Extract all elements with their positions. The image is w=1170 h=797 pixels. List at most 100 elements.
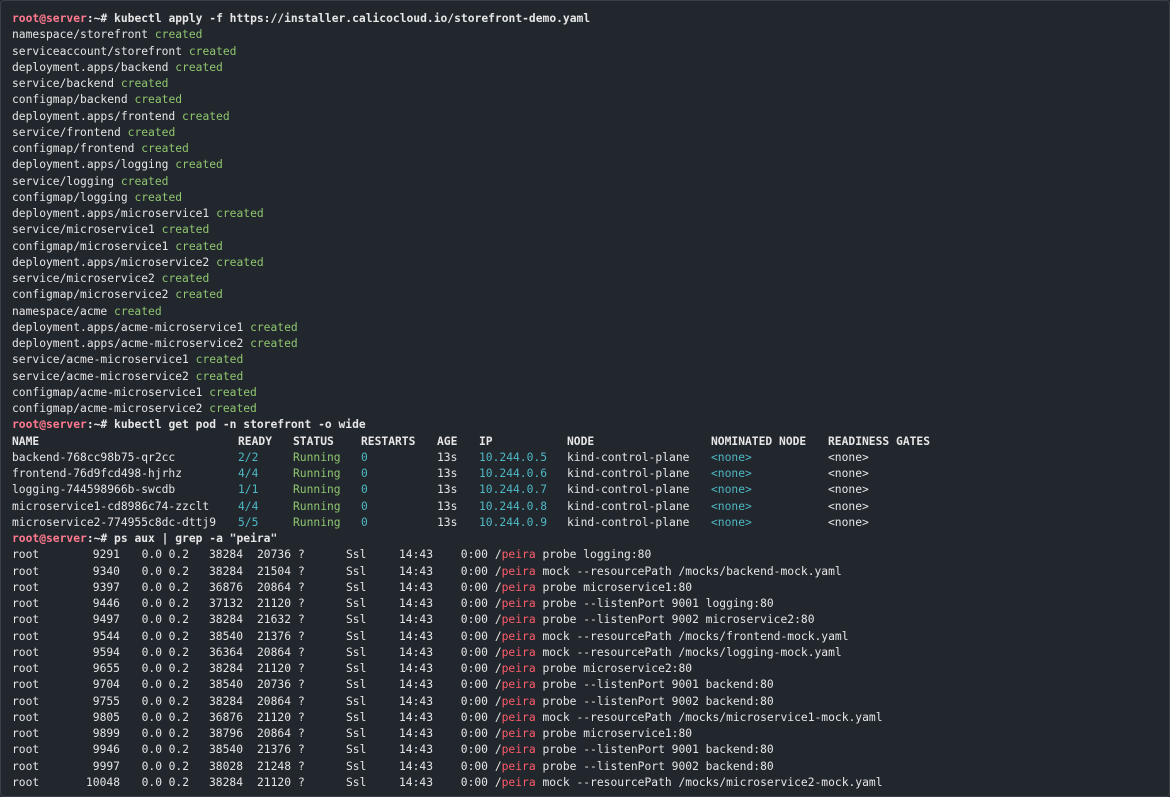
process-row: root 9340 0.0 0.2 38284 21504? Ssl 14:43 0:00 /p… — [12, 564, 1162, 580]
resource-name: namespace/acme — [12, 304, 108, 318]
process-bin-prefix: / — [494, 613, 502, 627]
pod-cell: Running — [293, 450, 341, 464]
process-start: 14:43 — [398, 662, 433, 675]
process-bin-prefix: / — [494, 710, 502, 724]
pod-cell: 13s — [437, 483, 458, 497]
pod-cell: 10.244.0.5 — [479, 450, 548, 464]
pod-cell: kind-control-plane — [567, 499, 690, 513]
created-status: created — [216, 255, 264, 269]
created-status: created — [195, 369, 244, 383]
pod-table-row: microservice2-774955c8dc-dttj9 5/5 Running… — [12, 515, 1162, 531]
process-user: root — [12, 564, 40, 578]
process-tty: ? — [298, 727, 305, 740]
process-start: 14:43 — [398, 775, 433, 789]
process-bin-prefix: / — [494, 694, 502, 708]
pod-cell: 0 — [361, 450, 368, 464]
command-line: root@server:~# kubectl get pod -n storef… — [12, 417, 1162, 433]
command-text: kubectl apply -f https://installer.calic… — [114, 12, 591, 25]
process-bin-prefix: / — [494, 759, 502, 773]
prompt-suffix: :~# — [86, 418, 115, 432]
pod-cell: 0 — [361, 515, 368, 529]
process-args: probe --listenPort 9001 backend:80 — [535, 743, 774, 757]
process-bin-prefix: / — [494, 629, 502, 643]
process-user: root — [12, 743, 40, 757]
process-vsz: 38284 — [208, 548, 243, 562]
created-status: created — [141, 142, 189, 155]
pod-cell: 4/4 — [238, 467, 259, 480]
process-mem: 0.2 — [168, 759, 189, 773]
apply-output-line: configmap/microservice2 created — [12, 287, 1162, 303]
process-bin-prefix: / — [494, 743, 502, 757]
command-text: kubectl get pod -n storefront -o wide — [114, 418, 366, 432]
pod-cell: <none> — [828, 483, 869, 497]
process-bin-prefix: / — [494, 645, 502, 659]
resource-name: configmap/microservice2 — [12, 288, 169, 302]
process-pid: 9946 — [92, 743, 120, 757]
process-stat: Ssl — [346, 645, 367, 659]
process-bin-prefix: / — [494, 564, 502, 578]
process-vsz: 36876 — [208, 710, 243, 724]
process-row: root 9446 0.0 0.2 37132 21120? Ssl 14:43 0:00 /p… — [12, 596, 1162, 612]
process-start: 14:43 — [398, 694, 433, 708]
process-cpu: 0.0 — [141, 564, 162, 578]
process-stat: Ssl — [346, 759, 367, 773]
process-pid: 9755 — [92, 694, 120, 708]
process-mem: 0.2 — [168, 645, 189, 659]
pod-table-row: backend-768cc98b75-qr2cc 2/2 Running 0 13s 10… — [12, 450, 1162, 466]
resource-name: deployment.apps/frontend — [12, 109, 176, 123]
pod-cell: microservice1-cd8986c74-zzclt — [12, 499, 210, 513]
resource-name: serviceaccount/storefront — [12, 44, 183, 58]
pod-cell: 10.244.0.7 — [479, 483, 548, 497]
process-time: 0:00 — [460, 629, 488, 643]
process-mem: 0.2 — [168, 548, 189, 562]
terminal-window[interactable]: root@server :~# kubectl apply -f https://… — [0, 0, 1170, 797]
resource-name: service/microservice2 — [12, 272, 155, 285]
process-row: root 9655 0.0 0.2 38284 21120? Ssl 14:43 0:00 /p… — [12, 661, 1162, 677]
process-pid: 10048 — [85, 775, 120, 789]
created-status: created — [161, 223, 210, 237]
pod-cell: <none> — [828, 450, 869, 464]
process-rss: 21632 — [256, 613, 291, 627]
pod-column-header: READY — [238, 434, 273, 448]
process-binary: peira — [501, 775, 536, 789]
pod-cell: <none> — [711, 483, 752, 497]
process-stat: Ssl — [346, 775, 367, 789]
process-user: root — [12, 548, 40, 562]
process-stat: Ssl — [346, 580, 367, 594]
process-start: 14:43 — [398, 597, 433, 610]
pod-column-header: AGE — [437, 434, 458, 448]
pod-cell: 13s — [437, 467, 458, 480]
process-binary: peira — [501, 564, 536, 578]
process-mem: 0.2 — [168, 662, 189, 675]
process-start: 14:43 — [398, 548, 433, 562]
pod-cell: 10.244.0.6 — [479, 467, 548, 480]
process-time: 0:00 — [460, 678, 488, 692]
process-args: probe logging:80 — [535, 548, 652, 562]
created-status: created — [175, 158, 223, 172]
process-stat: Ssl — [346, 629, 367, 643]
process-row: root 9997 0.0 0.2 38028 21248? Ssl 14:43 0:00 /p… — [12, 759, 1162, 775]
process-start: 14:43 — [398, 564, 433, 578]
resource-name: service/backend — [12, 77, 115, 90]
pod-cell: <none> — [828, 467, 869, 480]
process-pid: 9340 — [92, 564, 120, 578]
process-row: root 10048 0.0 0.2 38284 21120? Ssl 14:43 0:00 /… — [12, 775, 1162, 791]
terminal-output[interactable]: root@server :~# kubectl apply -f https://… — [12, 11, 1162, 791]
command-line: root@server:~# kubectl apply -f https://… — [12, 11, 1162, 27]
process-start: 14:43 — [398, 743, 433, 757]
process-args: mock --resourcePath /mocks/logging-mock.… — [535, 645, 842, 659]
process-row: root 9544 0.0 0.2 38540 21376? Ssl 14:43 0:00 /p… — [12, 629, 1162, 645]
process-rss: 20736 — [256, 678, 291, 692]
apply-output-line: configmap/microservice1 created — [12, 239, 1162, 255]
process-tty: ? — [298, 548, 305, 562]
pod-column-header: NAME — [12, 434, 40, 448]
process-cpu: 0.0 — [141, 662, 162, 675]
process-mem: 0.2 — [168, 775, 189, 789]
pod-cell: <none> — [711, 515, 752, 529]
process-tty: ? — [298, 775, 305, 789]
process-vsz: 36364 — [208, 645, 243, 659]
prompt-user-host: root@server — [12, 532, 87, 545]
process-vsz: 38540 — [208, 629, 243, 643]
process-stat: Ssl — [346, 564, 367, 578]
process-time: 0:00 — [460, 548, 488, 562]
